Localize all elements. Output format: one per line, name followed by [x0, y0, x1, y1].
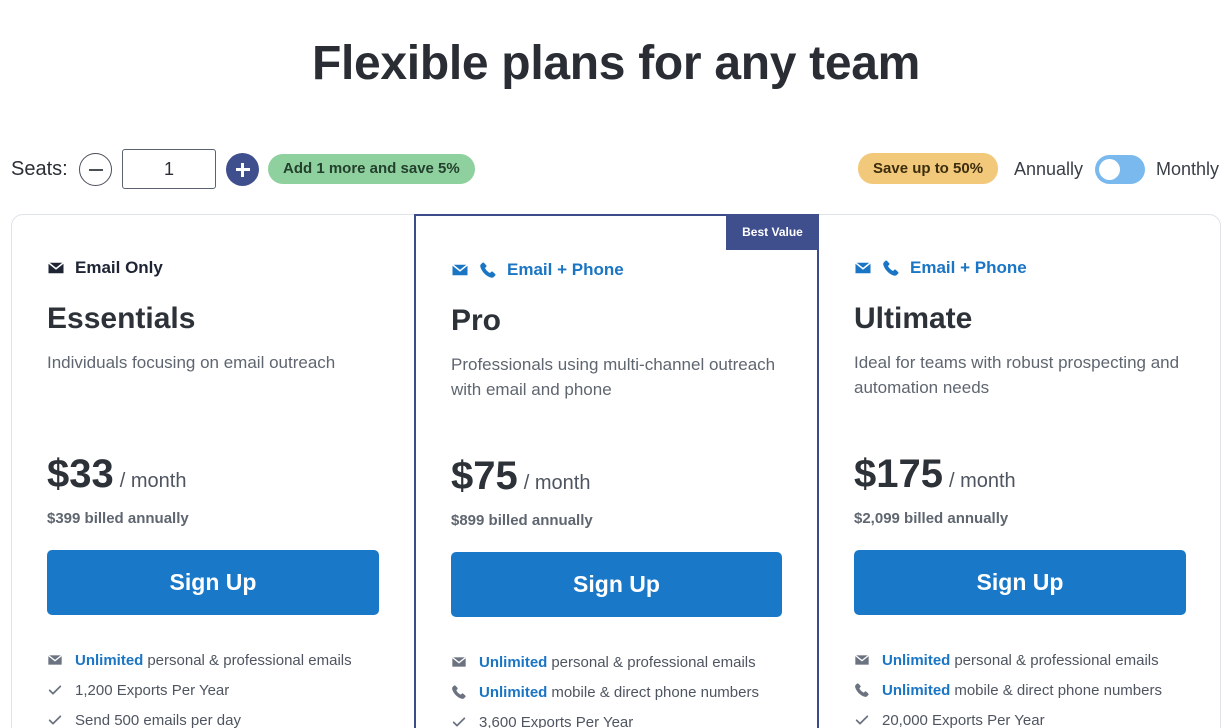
price-row: $75 / month — [451, 454, 590, 499]
phone-icon — [854, 682, 870, 698]
plan-price: $75 — [451, 454, 518, 498]
price-period: / month — [119, 470, 187, 492]
feature-text: personal & professional emails — [551, 653, 756, 671]
feature-highlight: Unlimited — [882, 681, 951, 699]
channel-text: Email + Phone — [910, 258, 1027, 277]
list-item: Unlimited personal & professional emails — [47, 645, 352, 675]
feature-list: Unlimited personal & professional emails… — [854, 645, 1162, 728]
feature-text: Send 500 emails per day — [75, 711, 241, 728]
envelope-icon — [451, 261, 469, 279]
feature-highlight: Unlimited — [882, 651, 951, 669]
plan-description: Ideal for teams with robust prospecting … — [854, 353, 1180, 397]
channel-text: Email + Phone — [507, 260, 624, 279]
plan-name: Ultimate — [854, 302, 973, 335]
toggle-knob — [1099, 159, 1120, 180]
plan-card-pro: Best Value Email + Phone Pro Professiona… — [414, 214, 819, 728]
plan-name: Pro — [451, 304, 502, 337]
feature-highlight: Unlimited — [479, 683, 548, 701]
envelope-icon — [47, 652, 63, 668]
sign-up-button-pro[interactable]: Sign Up — [451, 552, 782, 617]
sign-up-button-essentials[interactable]: Sign Up — [47, 550, 379, 615]
plan-card-ultimate: Email + Phone Ultimate Ideal for teams w… — [818, 214, 1221, 728]
price-period: / month — [523, 472, 591, 494]
billing-period-toggle[interactable] — [1095, 155, 1145, 184]
envelope-icon — [451, 654, 467, 670]
seats-increment-button[interactable] — [226, 153, 259, 186]
feature-highlight: Unlimited — [75, 651, 144, 669]
check-icon — [854, 712, 870, 728]
phone-icon — [451, 684, 467, 700]
envelope-icon — [854, 259, 872, 277]
monthly-label[interactable]: Monthly — [1156, 159, 1219, 180]
save-badge: Save up to 50% — [858, 153, 999, 184]
feature-highlight: Unlimited — [479, 653, 548, 671]
list-item: 20,000 Exports Per Year — [854, 705, 1162, 728]
envelope-icon — [854, 652, 870, 668]
channel-label: Email Only — [47, 258, 163, 278]
price-row: $33 / month — [47, 452, 186, 497]
check-icon — [451, 714, 467, 728]
annually-label[interactable]: Annually — [1014, 159, 1083, 180]
seats-label: Seats: — [11, 158, 68, 180]
list-item: 3,600 Exports Per Year — [451, 707, 759, 728]
plan-price: $33 — [47, 452, 114, 496]
plan-card-essentials: Email Only Essentials Individuals focusi… — [11, 214, 415, 728]
plan-description: Individuals focusing on email outreach — [47, 353, 336, 372]
feature-list: Unlimited personal & professional emails… — [47, 645, 352, 728]
price-row: $175 / month — [854, 452, 1016, 497]
envelope-icon — [47, 259, 65, 277]
channel-text: Email Only — [75, 258, 163, 277]
feature-list: Unlimited personal & professional emails… — [451, 647, 759, 728]
feature-text: 1,200 Exports Per Year — [75, 681, 230, 699]
plan-name: Essentials — [47, 302, 196, 335]
list-item: Send 500 emails per day — [47, 705, 352, 728]
list-item: Unlimited personal & professional emails — [451, 647, 759, 677]
seats-promo-badge: Add 1 more and save 5% — [268, 154, 475, 184]
feature-text: 3,600 Exports Per Year — [479, 713, 634, 728]
plus-icon — [235, 162, 250, 177]
price-period: / month — [948, 470, 1016, 492]
sign-up-button-ultimate[interactable]: Sign Up — [854, 550, 1186, 615]
seats-decrement-button[interactable] — [79, 153, 112, 186]
list-item: 1,200 Exports Per Year — [47, 675, 352, 705]
channel-label: Email + Phone — [854, 258, 1027, 278]
feature-text: 20,000 Exports Per Year — [882, 711, 1045, 728]
page-title: Flexible plans for any team — [311, 37, 921, 90]
feature-text: personal & professional emails — [147, 651, 352, 669]
feature-text: personal & professional emails — [954, 651, 1159, 669]
list-item: Unlimited personal & professional emails — [854, 645, 1162, 675]
billed-annually-note: $2,099 billed annually — [854, 510, 1009, 527]
phone-icon — [479, 261, 497, 279]
plan-description: Professionals using multi-channel outrea… — [451, 355, 776, 399]
list-item: Unlimited mobile & direct phone numbers — [451, 677, 759, 707]
best-value-badge: Best Value — [726, 214, 819, 250]
feature-text: mobile & direct phone numbers — [551, 683, 759, 701]
list-item: Unlimited mobile & direct phone numbers — [854, 675, 1162, 705]
check-icon — [47, 682, 63, 698]
check-icon — [47, 712, 63, 728]
plan-price: $175 — [854, 452, 943, 496]
billed-annually-note: $399 billed annually — [47, 510, 189, 527]
channel-label: Email + Phone — [451, 260, 624, 280]
feature-text: mobile & direct phone numbers — [954, 681, 1162, 699]
minus-icon — [88, 168, 103, 171]
billed-annually-note: $899 billed annually — [451, 512, 593, 529]
phone-icon — [882, 259, 900, 277]
seats-input[interactable] — [122, 149, 216, 189]
